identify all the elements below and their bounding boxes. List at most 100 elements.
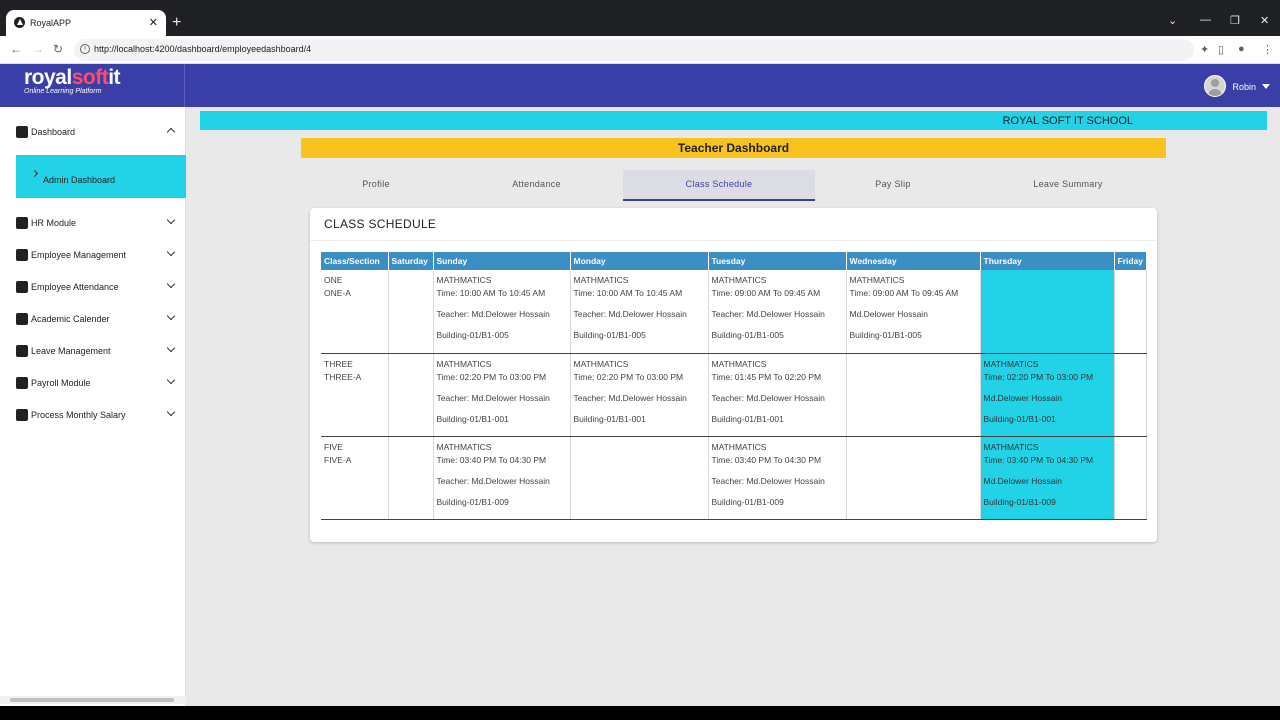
sidebar-subitem-admin-dashboard[interactable]: Admin Dashboard: [16, 155, 186, 198]
gear-icon: [16, 345, 28, 357]
table-row: ONE ONE-A MATHMATICS Time: 10:00 AM To 10:…: [321, 270, 1148, 354]
extensions-icon[interactable]: ✦: [1200, 43, 1209, 56]
tuesday-cell: MATHMATICS Time: 03:40 PM To 04:30 PM Teac…: [708, 436, 847, 520]
column-header: Sunday: [433, 252, 571, 270]
time: Time: 02:20 PM To 03:00 PM: [983, 371, 1094, 382]
forward-icon[interactable]: →: [32, 42, 44, 56]
browser-tabbar: RoyalAPP ✕ + ⌄ — ❐ ✕: [0, 0, 1280, 36]
thursday-cell: MATHMATICS Time: 02:20 PM To 03:00 PM Md.D…: [980, 353, 1115, 437]
teacher: Teacher: Md.Delower Hossain: [573, 392, 687, 403]
tab-profile[interactable]: Profile: [289, 170, 463, 201]
section-name: ONE-A: [324, 288, 351, 298]
friday-cell: [1114, 353, 1148, 437]
chevron-down-icon: [166, 343, 176, 353]
close-window-icon[interactable]: ✕: [1260, 14, 1269, 27]
teacher: Teacher: Md.Delower Hossain: [436, 475, 550, 486]
back-icon[interactable]: ←: [10, 42, 22, 56]
salary-icon: [16, 409, 28, 421]
new-tab-icon[interactable]: +: [172, 14, 181, 32]
room: Building-01/B1-005: [436, 330, 509, 340]
column-header: Saturday: [388, 252, 434, 270]
minimize-icon[interactable]: —: [1200, 14, 1211, 26]
sunday-cell: MATHMATICS Time: 03:40 PM To 04:30 PM Teac…: [433, 436, 571, 520]
chevron-down-icon: [166, 279, 176, 289]
wednesday-cell: [846, 436, 981, 520]
subject: MATHMATICS: [573, 275, 629, 285]
class-name: THREE: [324, 358, 353, 369]
column-header: Class/Section: [321, 252, 389, 270]
sidebar-item-employee-attendance[interactable]: Employee Attendance: [16, 278, 176, 298]
tab-class-schedule[interactable]: Class Schedule: [623, 170, 815, 201]
sidebar-item-label: Academic Calender: [31, 314, 110, 324]
payroll-icon: [16, 377, 28, 389]
room: Building-01/B1-001: [573, 413, 646, 424]
dashboard-tabs: Profile Attendance Class Schedule Pay Sl…: [289, 170, 1169, 201]
url-field[interactable]: i http://localhost:4200/dashboard/employ…: [74, 39, 1194, 61]
restore-icon[interactable]: ❐: [1230, 14, 1240, 27]
subject: MATHMATICS: [436, 441, 492, 452]
browser-tab[interactable]: RoyalAPP ✕: [6, 10, 166, 36]
teacher: Teacher: Md.Delower Hossain: [711, 309, 825, 319]
menu-icon[interactable]: ⋮: [1262, 43, 1273, 56]
time: Time: 03:40 PM To 04:30 PM: [711, 454, 822, 465]
close-tab-icon[interactable]: ✕: [149, 16, 158, 29]
sunday-cell: MATHMATICS Time: 10:00 AM To 10:45 AM Teac…: [433, 270, 571, 354]
tab-pay-slip[interactable]: Pay Slip: [805, 170, 981, 201]
column-header: Monday: [570, 252, 709, 270]
chevron-down-icon: [166, 375, 176, 385]
subject: MATHMATICS: [983, 441, 1039, 452]
sidebar-item-employee-management[interactable]: Employee Management: [16, 246, 176, 266]
thursday-cell: [980, 270, 1115, 354]
brand-logo[interactable]: royalsoftit Online Learning Platform: [0, 64, 185, 107]
sidepanel-icon[interactable]: ▯: [1218, 43, 1224, 56]
sidebar-item-hr-module[interactable]: HR Module: [16, 214, 176, 234]
class-name: ONE: [324, 275, 343, 285]
monday-cell: MATHMATICS Time: 02:20 PM To 03:00 PM Teac…: [570, 353, 709, 437]
profile-icon[interactable]: ●: [1238, 43, 1245, 55]
time: Time: 09:00 AM To 09:45 AM: [849, 288, 959, 298]
room: Building-01/B1-009: [436, 496, 509, 507]
page-title: Teacher Dashboard: [301, 138, 1166, 158]
room: Building-01/B1-001: [983, 413, 1056, 424]
room: Building-01/B1-005: [711, 330, 784, 340]
class-cell: FIVE FIVE-A: [321, 436, 389, 520]
class-cell: THREE THREE-A: [321, 353, 389, 437]
teacher: Teacher: Md.Delower Hossain: [436, 392, 550, 403]
tab-search-icon[interactable]: ⌄: [1168, 14, 1177, 27]
subject: MATHMATICS: [573, 358, 629, 369]
sidebar-item-label: Process Monthly Salary: [31, 410, 126, 420]
user-menu[interactable]: Robin: [1190, 75, 1270, 97]
teacher: Teacher: Md.Delower Hossain: [573, 309, 687, 319]
subject: MATHMATICS: [849, 275, 905, 285]
site-info-icon[interactable]: i: [80, 44, 90, 54]
table-row: THREE THREE-A MATHMATICS Time: 02:20 PM To…: [321, 353, 1148, 437]
friday-cell: [1114, 436, 1148, 520]
address-bar: ← → ↻ i http://localhost:4200/dashboard/…: [0, 36, 1280, 64]
sidebar-item-payroll-module[interactable]: Payroll Module: [16, 374, 176, 394]
section-name: FIVE-A: [324, 454, 352, 465]
time: Time: 10:00 AM To 10:45 AM: [573, 288, 683, 298]
scrollbar-thumb[interactable]: [10, 698, 174, 702]
sidebar-item-dashboard[interactable]: Dashboard: [16, 123, 176, 143]
school-banner: ROYAL SOFT IT SCHOOL: [200, 111, 1267, 130]
time: Time: 02:20 PM To 03:00 PM: [573, 371, 684, 382]
room: Building-01/B1-005: [573, 330, 646, 340]
app-viewport: royalsoftit Online Learning Platform Rob…: [0, 64, 1280, 706]
sidebar-subitem-label: Admin Dashboard: [43, 175, 116, 185]
chevron-down-icon: [166, 407, 176, 417]
chevron-right-icon: [30, 169, 39, 178]
teacher: Md.Delower Hossain: [983, 392, 1062, 403]
column-header: Wednesday: [846, 252, 981, 270]
sidebar-item-process-monthly-salary[interactable]: Process Monthly Salary: [16, 406, 176, 426]
tab-attendance[interactable]: Attendance: [449, 170, 624, 201]
reload-icon[interactable]: ↻: [53, 42, 63, 56]
url-text: http://localhost:4200/dashboard/employee…: [94, 44, 312, 54]
wednesday-cell: MATHMATICS Time: 09:00 AM To 09:45 AM Md.D…: [846, 270, 981, 354]
column-header: Thursday: [980, 252, 1115, 270]
sidebar-item-academic-calender[interactable]: Academic Calender: [16, 310, 176, 330]
sidebar-item-leave-management[interactable]: Leave Management: [16, 342, 176, 362]
tab-leave-summary[interactable]: Leave Summary: [981, 170, 1155, 201]
subject: MATHMATICS: [711, 275, 767, 285]
subject: MATHMATICS: [711, 441, 767, 452]
sidebar-scrollbar[interactable]: [0, 696, 186, 704]
